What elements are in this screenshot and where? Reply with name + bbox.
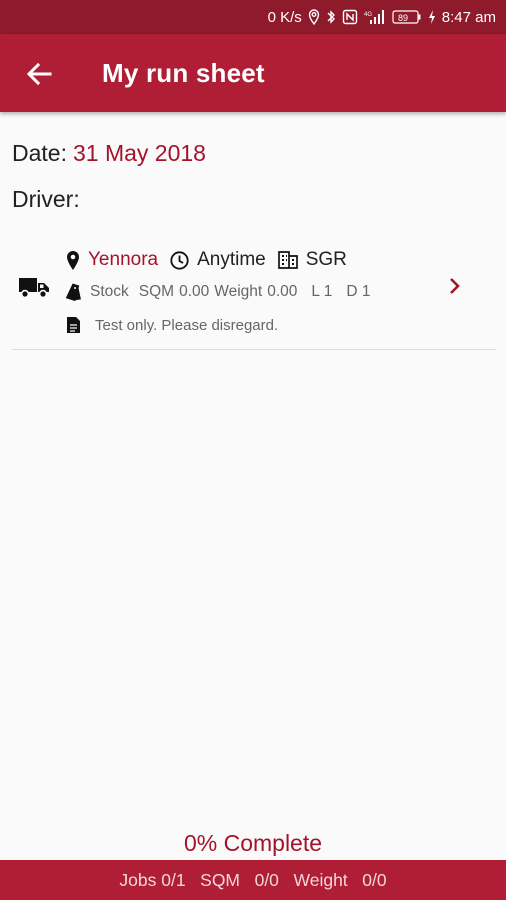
job-type: Stock bbox=[90, 283, 129, 300]
job-metrics-line: Stock SQM 0.00 Weight 0.00 L 1 D 1 bbox=[64, 282, 379, 302]
nfc-icon bbox=[342, 9, 358, 25]
d-count: D 1 bbox=[346, 283, 371, 300]
location-icon bbox=[308, 9, 320, 25]
job-time-window: Anytime bbox=[197, 249, 266, 270]
job-note: Test only. Please disregard. bbox=[95, 316, 279, 334]
footer-jobs: Jobs 0/1 bbox=[119, 869, 186, 890]
footer-weight: Weight 0/0 bbox=[293, 869, 387, 890]
date-label: Date: bbox=[12, 140, 67, 166]
arrow-left-icon bbox=[26, 62, 52, 86]
suburb-segment: Yennora bbox=[66, 249, 158, 271]
network-speed: 0 K/s bbox=[267, 8, 302, 26]
job-code: SGR bbox=[305, 249, 347, 270]
location-pin-icon bbox=[67, 250, 79, 270]
footer-sqm: SQM 0/0 bbox=[200, 869, 279, 890]
building-icon bbox=[277, 251, 298, 269]
sqm-value: 0.00 bbox=[179, 283, 210, 300]
truck-icon bbox=[18, 275, 50, 304]
clock-icon bbox=[170, 250, 189, 270]
weight-label: Weight bbox=[214, 283, 263, 300]
bluetooth-icon bbox=[326, 9, 336, 25]
clock-time: 8:47 am bbox=[441, 8, 496, 26]
date-row: Date: 31 May 2018 bbox=[12, 140, 206, 167]
app-bar: My run sheet bbox=[0, 34, 506, 112]
driver-label: Driver: bbox=[12, 186, 80, 212]
document-icon bbox=[67, 317, 80, 333]
chevron-right-icon[interactable] bbox=[448, 275, 462, 302]
page-title: My run sheet bbox=[102, 58, 265, 88]
l-count: L 1 bbox=[311, 283, 333, 300]
sqm-label: SQM bbox=[138, 283, 175, 300]
job-primary-line: Yennora Anytime SGR bbox=[66, 249, 359, 271]
charging-icon bbox=[428, 10, 436, 24]
time-segment: Anytime bbox=[170, 249, 266, 271]
job-list-item[interactable]: Yennora Anytime SGR Stock SQM 0.00 Weigh… bbox=[12, 232, 496, 350]
status-bar: 0 K/s 4G 89 8:47 am bbox=[0, 0, 506, 34]
completion-status: 0% Complete bbox=[183, 830, 323, 856]
code-segment: SGR bbox=[277, 249, 347, 271]
job-note-line: Test only. Please disregard. bbox=[66, 316, 278, 334]
signal-icon: 4G bbox=[364, 9, 386, 25]
svg-text:4G: 4G bbox=[364, 12, 372, 18]
weight-value: 0.00 bbox=[267, 283, 298, 300]
tags-icon bbox=[65, 283, 81, 302]
svg-text:89: 89 bbox=[398, 13, 408, 23]
driver-row: Driver: bbox=[12, 186, 80, 213]
back-button[interactable] bbox=[22, 59, 56, 89]
battery-icon: 89 bbox=[392, 9, 422, 25]
date-value: 31 May 2018 bbox=[72, 140, 206, 166]
summary-footer: Jobs 0/1 SQM 0/0 Weight 0/0 bbox=[0, 860, 506, 900]
job-suburb: Yennora bbox=[88, 249, 159, 270]
